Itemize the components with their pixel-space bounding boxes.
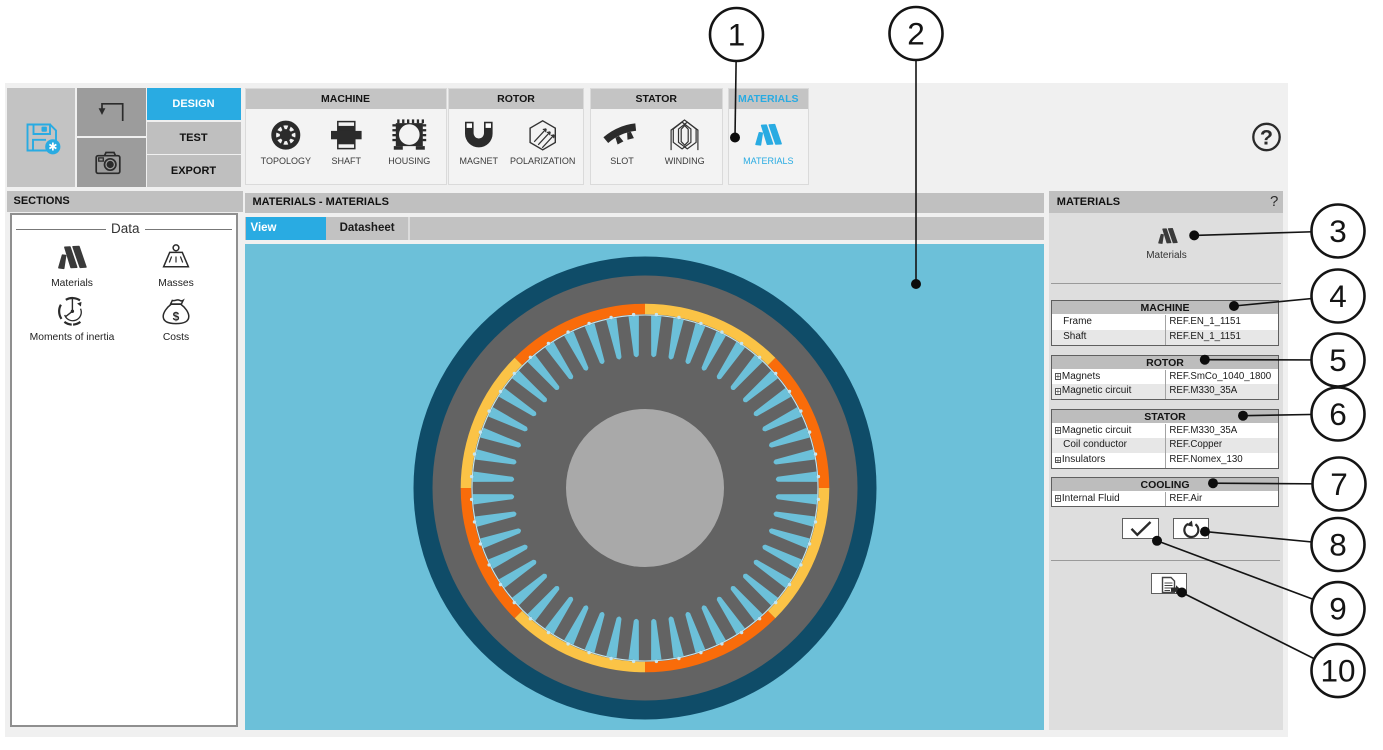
- svg-text:4: 4: [1329, 278, 1347, 314]
- svg-text:9: 9: [1329, 591, 1347, 627]
- svg-text:7: 7: [1330, 466, 1348, 502]
- svg-text:10: 10: [1320, 653, 1355, 689]
- svg-text:5: 5: [1329, 342, 1347, 378]
- svg-text:1: 1: [728, 17, 746, 53]
- svg-text:2: 2: [907, 16, 925, 52]
- svg-text:6: 6: [1329, 396, 1347, 432]
- svg-text:8: 8: [1329, 527, 1347, 563]
- svg-text:3: 3: [1329, 213, 1347, 249]
